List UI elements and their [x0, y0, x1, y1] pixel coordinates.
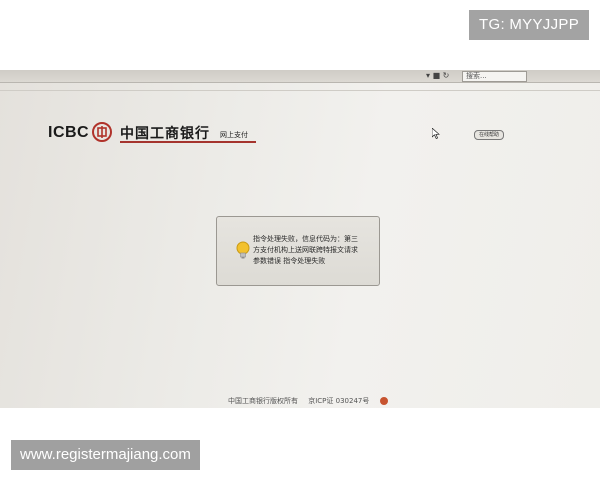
- telegram-watermark: TG: MYYJJPP: [469, 10, 589, 40]
- logo-underline: [120, 141, 256, 143]
- lightbulb-icon: [236, 241, 250, 259]
- toolbar-divider: [0, 90, 600, 91]
- logo-chinese-text: 中国工商银行: [120, 126, 210, 142]
- icp-license-link[interactable]: 京ICP证 030247号: [308, 397, 369, 405]
- dropdown-icon[interactable]: ▾: [426, 71, 430, 80]
- message-line-2: 方支付机构上送网联跨特报文请求: [253, 246, 358, 254]
- error-message-text: 指令处理失败，信息代码为：第三 方支付机构上送网联跨特报文请求 参数错误 指令处…: [253, 234, 377, 267]
- icbc-emblem-icon: [92, 122, 112, 142]
- website-watermark: www.registermajiang.com: [11, 440, 200, 470]
- search-input[interactable]: 搜索...: [462, 71, 527, 82]
- help-button[interactable]: 在线帮助: [474, 130, 504, 140]
- logo-latin-text: ICBC: [48, 124, 90, 141]
- toolbar-icons: ▾ ■ ↻: [426, 70, 449, 82]
- message-line-3: 参数错误 指令处理失败: [253, 257, 326, 265]
- lock-icon: ■: [432, 71, 441, 80]
- mouse-cursor-icon: [432, 128, 440, 139]
- message-line-1: 指令处理失败，信息代码为：第三: [253, 235, 358, 243]
- page-footer: 中国工商银行版权所有 京ICP证 030247号: [228, 396, 396, 406]
- refresh-icon[interactable]: ↻: [443, 71, 450, 80]
- gov-badge-icon[interactable]: [379, 397, 388, 405]
- error-message-box: 指令处理失败，信息代码为：第三 方支付机构上送网联跨特报文请求 参数错误 指令处…: [216, 216, 380, 286]
- copyright-text: 中国工商银行版权所有: [228, 397, 298, 405]
- photographed-screen: ▾ ■ ↻ 搜索... ICBC 中国工商银行 网上支付 在线帮助 指令处理失败…: [0, 70, 600, 408]
- logo-subtitle: 网上支付: [220, 131, 248, 139]
- browser-toolbar: ▾ ■ ↻ 搜索...: [0, 70, 600, 83]
